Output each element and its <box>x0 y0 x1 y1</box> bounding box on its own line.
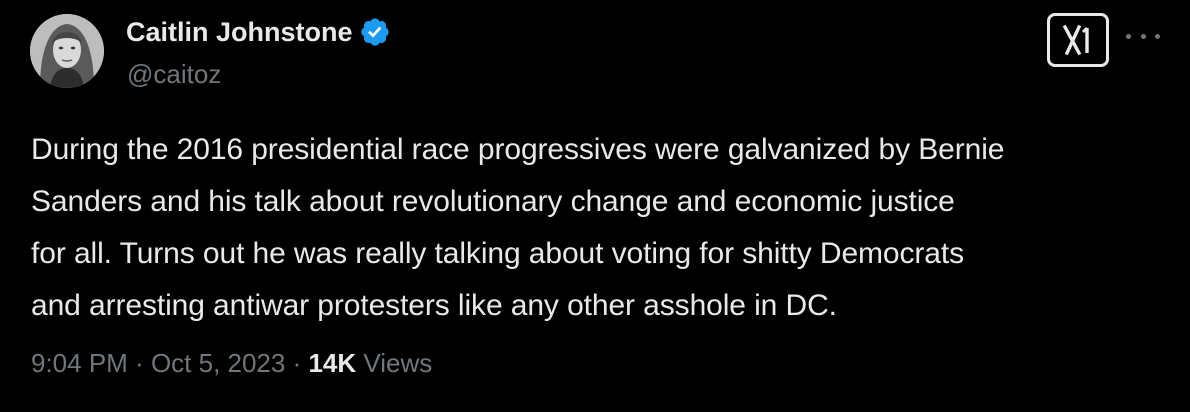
views-label: Views <box>356 348 433 378</box>
tweet-meta: 9:04 PM · Oct 5, 2023 · 14K Views <box>31 346 432 380</box>
meta-separator: · <box>285 348 309 378</box>
verified-badge-icon[interactable] <box>359 16 391 48</box>
more-options-icon[interactable] <box>1126 26 1160 46</box>
dot-icon <box>1126 33 1131 39</box>
author-handle[interactable]: @caitoz <box>127 58 221 90</box>
avatar[interactable] <box>30 14 104 88</box>
avatar-image <box>30 14 104 88</box>
dot-icon <box>1155 33 1160 39</box>
tweet-date[interactable]: Oct 5, 2023 <box>151 346 285 380</box>
views-count: 14K <box>308 348 357 378</box>
dot-icon <box>1140 33 1146 39</box>
x-logo-icon[interactable] <box>1047 13 1109 67</box>
tweet-text: During the 2016 presidential race progre… <box>31 133 1005 322</box>
x-glyph-icon <box>1062 24 1089 56</box>
author-display-name[interactable]: Caitlin Johnstone <box>126 15 353 49</box>
meta-separator: · <box>127 348 151 378</box>
tweet-card: Caitlin Johnstone @caitoz During the 201… <box>0 0 1190 412</box>
author-name-row: Caitlin Johnstone <box>126 15 391 49</box>
tweet-time[interactable]: 9:04 PM <box>31 346 128 380</box>
